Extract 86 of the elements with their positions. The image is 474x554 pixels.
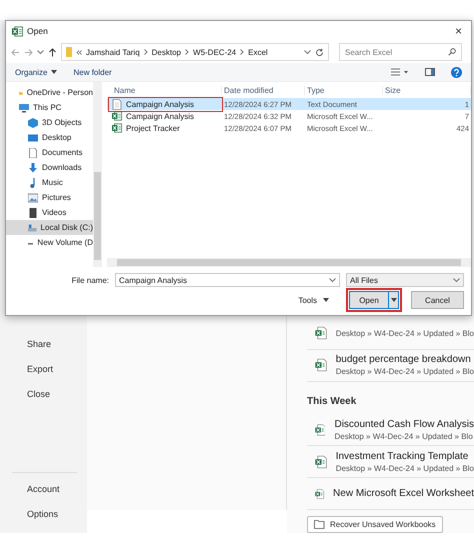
picture-icon <box>28 192 38 202</box>
nav-item[interactable]: Local Disk (C:) <box>6 220 93 235</box>
recent-file-row[interactable]: budget percentage breakdown Desktop » W4-Dec-24 » Updated » Blo <box>307 350 474 382</box>
caret-icon <box>323 298 329 302</box>
path-segment[interactable]: Jamshaid Tariq <box>86 48 140 56</box>
nav-item[interactable]: 3D Objects <box>6 115 93 130</box>
computer-icon <box>19 102 29 112</box>
document-icon <box>112 99 122 110</box>
scrollbar[interactable] <box>107 258 471 267</box>
tools-menu[interactable]: Tools <box>292 294 335 306</box>
caret-icon <box>51 70 58 74</box>
recover-button[interactable]: Recover Unsaved Workbooks <box>307 516 443 533</box>
folder-icon <box>314 520 325 529</box>
nav-item[interactable]: Videos <box>6 205 93 220</box>
spreadsheet-icon <box>112 111 122 121</box>
file-title: budget percentage breakdown <box>336 354 472 366</box>
view-options-icon[interactable] <box>391 68 409 76</box>
backstage-nav-item[interactable]: Options <box>0 508 87 533</box>
file-name-label: File name: <box>72 276 109 284</box>
backstage-nav-item[interactable]: Share <box>0 338 87 363</box>
desktop-icon <box>28 132 38 142</box>
chevron-down-icon <box>304 50 311 54</box>
scrollbar[interactable] <box>93 82 101 267</box>
chevron-right-icon <box>240 49 244 55</box>
file-name-cell: Campaign Analysis <box>109 110 222 122</box>
up-arrow-icon[interactable] <box>48 48 57 56</box>
file-path: Desktop » W4-Dec-24 » Updated » Blo <box>336 367 474 376</box>
chevron-right-icon <box>144 49 148 55</box>
column-header[interactable]: Size <box>383 86 471 94</box>
chevron-right-icon <box>185 49 190 55</box>
address-bar[interactable]: Jamshaid Tariq Desktop W5-DEC-24 Excel <box>61 43 329 61</box>
search-field[interactable]: Search Excel <box>339 43 462 61</box>
backstage-nav-item[interactable]: Close <box>0 388 87 413</box>
file-title: Discounted Cash Flow Analysis <box>334 418 474 430</box>
caret-icon <box>390 298 396 302</box>
path-segment[interactable]: Excel <box>248 48 268 56</box>
nav-item[interactable]: OneDrive - Person <box>6 85 93 100</box>
column-header[interactable]: Date modified <box>222 86 305 94</box>
nav-item[interactable]: Documents <box>6 145 93 160</box>
chevron-down-icon <box>329 278 336 282</box>
preview-pane-icon[interactable] <box>425 68 435 76</box>
overflow-chevron-icon <box>76 50 82 54</box>
nav-item[interactable]: Downloads <box>6 160 93 175</box>
organize-menu[interactable]: Organize <box>15 68 58 76</box>
file-path: Desktop » W4-Dec-24 » Updated » Blo <box>336 328 474 338</box>
open-options-button[interactable] <box>389 291 399 309</box>
help-icon[interactable] <box>451 66 462 78</box>
recent-file-row[interactable]: Discounted Cash Flow Analysis Desktop » W4-Dec-24 » Updated » Blo <box>307 414 474 446</box>
recent-file-row[interactable]: Desktop » W4-Dec-24 » Updated » Blo <box>307 318 474 350</box>
section-heading: This Week <box>307 394 358 409</box>
nav-item[interactable]: Pictures <box>6 190 93 205</box>
nav-item[interactable]: Desktop <box>6 130 93 145</box>
file-path: Desktop » W4-Dec-24 » Updated » Blo <box>334 432 474 441</box>
file-path: Desktop » W4-Dec-24 » Updated » Blo <box>336 464 474 473</box>
file-name-field[interactable]: Campaign Analysis <box>115 273 340 287</box>
refresh-icon[interactable] <box>315 48 324 56</box>
nav-item[interactable]: Music <box>6 175 93 190</box>
column-header[interactable]: Type <box>305 86 383 94</box>
spreadsheet-icon <box>112 123 122 133</box>
open-button[interactable]: Open <box>349 291 389 309</box>
document-icon <box>28 148 38 158</box>
path-segment[interactable]: Desktop <box>152 48 182 56</box>
file-title: New Microsoft Excel Worksheet <box>333 488 474 500</box>
recent-file-row[interactable]: Investment Tracking Template Desktop » W4-Dec-24 » Updated » Blo <box>307 446 474 478</box>
recent-file-row[interactable]: New Microsoft Excel Worksheet <box>307 478 474 510</box>
cancel-button[interactable]: Cancel <box>411 291 464 309</box>
file-title: Investment Tracking Template <box>336 450 470 462</box>
folder-icon <box>66 47 72 57</box>
download-icon <box>28 162 38 172</box>
window-title: Open <box>27 26 48 36</box>
column-header[interactable]: Name <box>112 86 222 94</box>
backstage-nav-item[interactable]: Export <box>0 363 87 388</box>
spreadsheet-icon <box>12 26 23 36</box>
cube-icon <box>28 118 38 128</box>
path-segment[interactable]: W5-DEC-24 <box>193 48 236 56</box>
close-button[interactable]: × <box>452 24 465 38</box>
search-icon <box>448 48 456 56</box>
chevron-down-icon <box>37 50 44 54</box>
file-name-cell: Project Tracker <box>109 122 222 134</box>
chevron-down-icon <box>453 278 460 282</box>
nav-item[interactable]: This PC <box>6 100 93 115</box>
file-name-cell: Campaign Analysis <box>109 98 222 111</box>
new-folder-button[interactable]: New folder <box>73 68 112 76</box>
backstage-nav-item[interactable]: Account <box>0 483 87 508</box>
file-type-dropdown[interactable]: All Files <box>346 273 464 287</box>
nav-item[interactable]: New Volume (D <box>6 235 93 250</box>
